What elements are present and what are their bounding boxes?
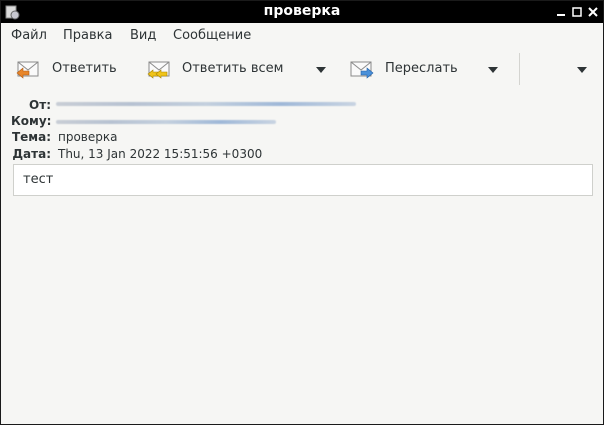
forward-dropdown-icon[interactable] <box>488 67 498 73</box>
mail-reply-icon <box>16 61 39 79</box>
message-body-text: тест <box>23 172 54 187</box>
reply-all-button[interactable]: Ответить всем <box>146 49 296 89</box>
close-icon[interactable] <box>586 5 600 19</box>
subject-label: Тема: <box>11 130 51 144</box>
menu-edit[interactable]: Правка <box>63 28 112 43</box>
from-label: От: <box>29 98 51 112</box>
from-value-redacted <box>56 102 356 106</box>
mail-reply-all-icon <box>147 61 170 79</box>
title-bar[interactable]: проверка <box>1 1 603 23</box>
forward-button[interactable]: Переслать <box>349 49 469 89</box>
forward-label: Переслать <box>385 61 458 76</box>
reply-all-dropdown-icon[interactable] <box>316 67 326 73</box>
maximize-icon[interactable] <box>570 5 584 19</box>
date-label: Дата: <box>12 147 51 161</box>
menu-view[interactable]: Вид <box>130 28 156 43</box>
message-body[interactable]: тест <box>13 164 593 196</box>
mail-forward-icon <box>350 61 374 79</box>
to-label: Кому: <box>11 114 52 128</box>
reply-all-label: Ответить всем <box>182 61 284 76</box>
toolbar-separator <box>519 53 520 85</box>
subject-value: проверка <box>58 130 118 144</box>
toolbar-overflow-icon[interactable] <box>577 67 587 73</box>
mail-window: проверка Файл Правка Вид Сообщение Ответ… <box>0 0 604 425</box>
minimize-icon[interactable] <box>554 5 568 19</box>
menu-file[interactable]: Файл <box>11 28 47 43</box>
date-value: Thu, 13 Jan 2022 15:51:56 +0300 <box>58 147 263 161</box>
to-value-redacted <box>56 120 276 124</box>
window-title: проверка <box>263 3 341 19</box>
toolbar: Ответить Ответить всем Переслать <box>1 49 603 91</box>
menu-message[interactable]: Сообщение <box>173 28 251 43</box>
reply-button[interactable]: Ответить <box>15 49 125 89</box>
reply-label: Ответить <box>52 61 117 76</box>
menu-bar: Файл Правка Вид Сообщение <box>1 23 603 49</box>
